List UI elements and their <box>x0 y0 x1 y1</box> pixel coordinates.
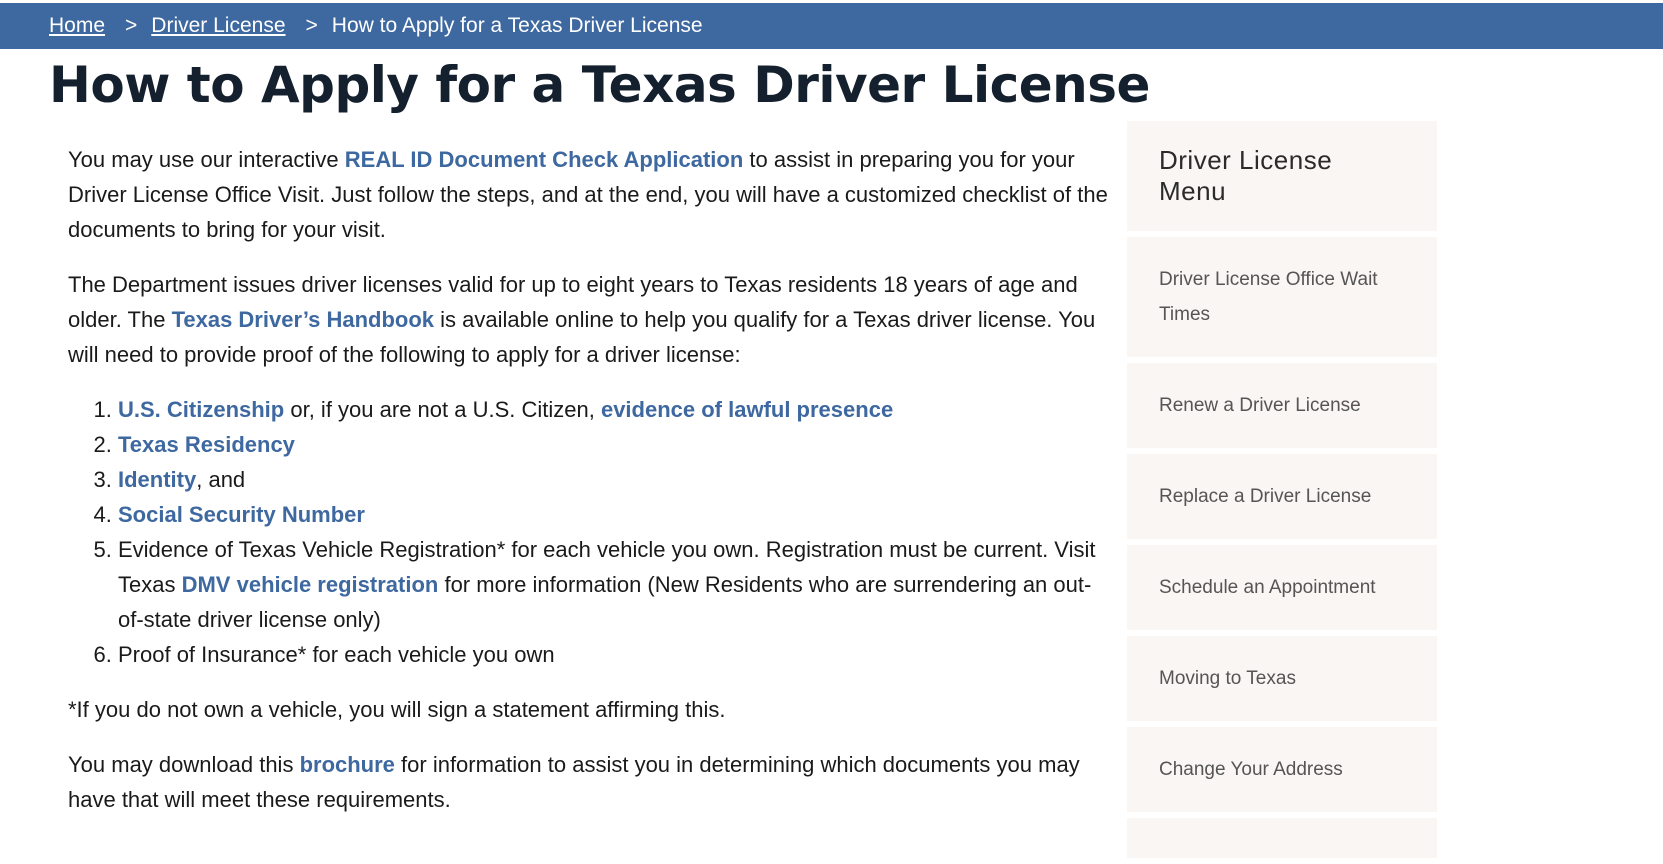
sidebar-item-partial[interactable] <box>1127 818 1437 858</box>
list-item: Social Security Number <box>118 497 1108 532</box>
list-item: Proof of Insurance* for each vehicle you… <box>118 637 1108 672</box>
sidebar-item-wait-times[interactable]: Driver License Office Wait Times <box>1127 237 1437 357</box>
list-item: Evidence of Texas Vehicle Registration* … <box>118 532 1108 637</box>
sidebar-menu: Driver License Menu Driver License Offic… <box>1127 121 1437 864</box>
breadcrumb: Home > Driver License > How to Apply for… <box>0 0 1663 49</box>
us-citizenship-link[interactable]: U.S. Citizenship <box>118 397 284 422</box>
list-item: U.S. Citizenship or, if you are not a U.… <box>118 392 1108 427</box>
lawful-presence-link[interactable]: evidence of lawful presence <box>601 397 893 422</box>
texas-residency-link[interactable]: Texas Residency <box>118 432 295 457</box>
dmv-vehicle-registration-link[interactable]: DMV vehicle registration <box>182 572 439 597</box>
breadcrumb-current: How to Apply for a Texas Driver License <box>331 14 703 37</box>
breadcrumb-home-link[interactable]: Home <box>49 14 105 38</box>
sidebar-item-label: Driver License Office Wait Times <box>1159 269 1378 325</box>
paragraph-text: You may download this <box>68 752 300 777</box>
brochure-paragraph: You may download this brochure for infor… <box>68 747 1108 817</box>
sidebar-item-moving-to-texas[interactable]: Moving to Texas <box>1127 636 1437 721</box>
intro-paragraph: You may use our interactive REAL ID Docu… <box>68 142 1108 247</box>
real-id-document-check-link[interactable]: REAL ID Document Check Application <box>345 147 744 172</box>
list-item-text: Proof of Insurance* for each vehicle you… <box>118 642 555 667</box>
brochure-link[interactable]: brochure <box>300 752 395 777</box>
list-item: Identity, and <box>118 462 1108 497</box>
drivers-handbook-link[interactable]: Texas Driver’s Handbook <box>172 307 434 332</box>
requirements-paragraph: The Department issues driver licenses va… <box>68 267 1108 372</box>
sidebar-item-schedule-appointment[interactable]: Schedule an Appointment <box>1127 545 1437 630</box>
sidebar-item-label: Replace a Driver License <box>1159 486 1372 507</box>
identity-link[interactable]: Identity <box>118 467 196 492</box>
page-title: How to Apply for a Texas Driver License <box>49 56 1150 114</box>
sidebar-item-label: Change Your Address <box>1159 759 1343 780</box>
requirements-list: U.S. Citizenship or, if you are not a U.… <box>68 392 1108 672</box>
breadcrumb-driver-license-link[interactable]: Driver License <box>151 14 285 38</box>
sidebar-item-replace[interactable]: Replace a Driver License <box>1127 454 1437 539</box>
breadcrumb-separator: > <box>125 14 138 37</box>
list-item-text: or, if you are not a U.S. Citizen, <box>284 397 601 422</box>
intro-text: You may use our interactive <box>68 147 345 172</box>
breadcrumb-separator: > <box>305 14 318 37</box>
sidebar-item-label: Moving to Texas <box>1159 668 1296 689</box>
social-security-number-link[interactable]: Social Security Number <box>118 502 365 527</box>
sidebar-item-label: Schedule an Appointment <box>1159 577 1376 598</box>
sidebar-menu-title: Driver License Menu <box>1127 121 1437 231</box>
sidebar-item-renew[interactable]: Renew a Driver License <box>1127 363 1437 448</box>
sidebar-item-label: Renew a Driver License <box>1159 395 1361 416</box>
main-content: You may use our interactive REAL ID Docu… <box>68 142 1108 837</box>
list-item: Texas Residency <box>118 427 1108 462</box>
sidebar-item-change-address[interactable]: Change Your Address <box>1127 727 1437 812</box>
footnote: *If you do not own a vehicle, you will s… <box>68 697 726 722</box>
list-item-text: , and <box>196 467 246 492</box>
